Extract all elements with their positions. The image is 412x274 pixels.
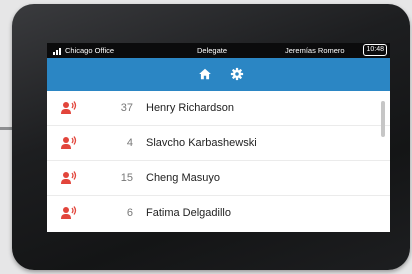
gear-icon[interactable] [230,67,244,81]
touch-screen: Chicago Office Delegate Jeremías Romero … [47,43,390,232]
speaking-person-icon [61,136,77,150]
contact-list: 37 Henry Richardson 4 Slavcho Karbashews… [47,91,390,230]
item-number: 37 [120,102,133,114]
scrollbar[interactable] [381,101,385,137]
nav-bar [47,58,390,91]
home-icon[interactable] [198,67,212,81]
item-name: Cheng Masuyo [146,172,220,184]
clock: 10:48 [363,44,387,56]
speaking-person-icon [61,101,77,115]
status-bar: Chicago Office Delegate Jeremías Romero … [47,43,390,58]
list-item[interactable]: 6 Fatima Delgadillo [47,195,390,230]
signal-icon [53,47,63,55]
speaking-person-icon [61,206,77,220]
user-name: Jeremías Romero [285,46,345,55]
speaking-person-icon [61,171,77,185]
mode-label: Delegate [197,46,228,55]
item-name: Fatima Delgadillo [146,207,231,219]
location-label: Chicago Office [65,46,115,55]
item-number: 15 [120,172,133,184]
item-name: Henry Richardson [146,102,235,114]
list-item[interactable]: 4 Slavcho Karbashewski [47,125,390,160]
item-number: 4 [126,137,133,149]
item-name: Slavcho Karbashewski [146,137,257,149]
item-number: 6 [126,207,133,219]
list-item[interactable]: 37 Henry Richardson [47,91,390,125]
list-item[interactable]: 15 Cheng Masuyo [47,160,390,195]
device-bezel: Chicago Office Delegate Jeremías Romero … [12,4,410,270]
